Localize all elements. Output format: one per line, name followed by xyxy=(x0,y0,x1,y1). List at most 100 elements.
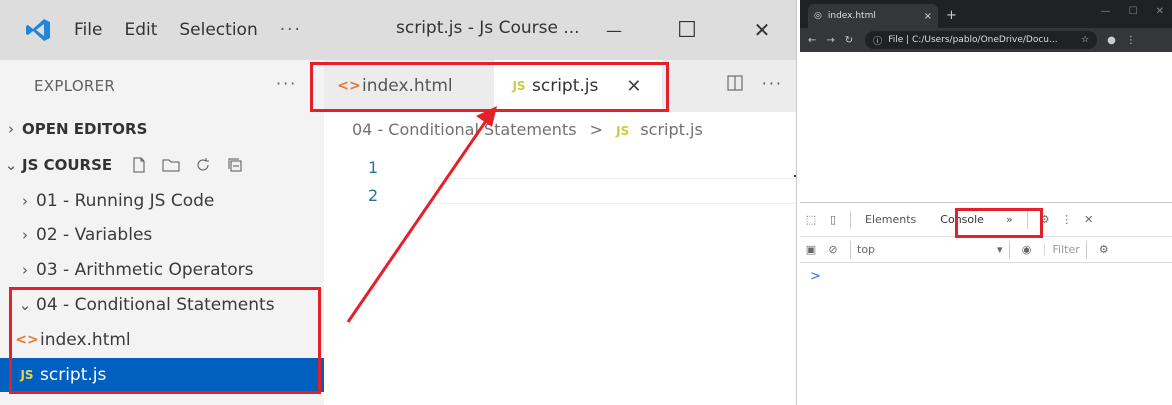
new-tab-button[interactable]: + xyxy=(946,8,957,23)
vscode-window: File Edit Selection ··· script.js - Js C… xyxy=(0,0,797,405)
folder-label: 04 - Conditional Statements xyxy=(36,295,275,315)
scrollbar-marker xyxy=(794,175,796,177)
open-editors-section[interactable]: › OPEN EDITORS xyxy=(0,112,324,146)
reload-icon[interactable]: ↻ xyxy=(845,35,853,46)
divider xyxy=(850,240,851,259)
explorer-heading: EXPLORER xyxy=(34,77,116,95)
folder-row-open[interactable]: ⌄ 04 - Conditional Statements xyxy=(0,288,324,322)
tab-script-js[interactable]: JS script.js ✕ xyxy=(494,60,662,112)
eye-icon[interactable]: ◉ xyxy=(1016,243,1038,256)
divider xyxy=(1008,240,1010,259)
close-button[interactable]: ✕ xyxy=(1156,6,1164,17)
chevron-right-icon: › xyxy=(22,226,28,244)
close-tab-icon[interactable]: × xyxy=(924,11,932,22)
html-file-icon: <> xyxy=(337,78,361,94)
breadcrumb-separator: > xyxy=(589,120,604,139)
collapse-all-icon[interactable] xyxy=(226,156,244,174)
gear-icon[interactable]: ⚙ xyxy=(1034,213,1056,226)
breadcrumb-folder[interactable]: 04 - Conditional Statements xyxy=(352,120,577,139)
chevron-right-icon: › xyxy=(22,261,28,279)
menu-edit[interactable]: Edit xyxy=(124,20,157,40)
split-editor-icon[interactable] xyxy=(726,74,744,96)
chevron-down-icon[interactable]: ▾ xyxy=(997,243,1003,256)
sidebar-toggle-icon[interactable]: ▣ xyxy=(800,243,822,256)
close-devtools-icon[interactable]: ✕ xyxy=(1078,213,1100,226)
menu-file[interactable]: File xyxy=(74,20,102,40)
maximize-button[interactable]: ☐ xyxy=(1129,6,1138,17)
menu-icon[interactable]: ⋮ xyxy=(1126,35,1136,46)
folder-row[interactable]: › 01 - Running JS Code xyxy=(0,184,324,218)
editor-more-button[interactable]: ··· xyxy=(762,74,783,96)
tab-label: index.html xyxy=(362,76,453,96)
devtools-panel: ⬚ ▯ Elements Console » ⚙ ⋮ ✕ ▣ ⊘ top ▾ ◉… xyxy=(800,202,1172,405)
divider xyxy=(1026,210,1028,229)
chrome-tab-bar: ◎ index.html × + — ☐ ✕ xyxy=(800,0,1172,28)
maximize-button[interactable]: ☐ xyxy=(669,12,705,48)
gear-icon[interactable]: ⚙ xyxy=(1093,243,1115,256)
device-toggle-icon[interactable]: ▯ xyxy=(822,213,844,226)
forward-icon[interactable]: → xyxy=(826,35,834,46)
clear-console-icon[interactable]: ⊘ xyxy=(822,243,844,256)
tab-elements[interactable]: Elements xyxy=(857,213,924,226)
js-file-icon: JS xyxy=(20,368,34,382)
divider xyxy=(850,210,851,229)
html-file-icon: <> xyxy=(15,332,39,348)
star-icon[interactable]: ☆ xyxy=(1081,35,1089,45)
file-label: script.js xyxy=(40,365,107,385)
chevron-down-icon: ⌄ xyxy=(4,156,18,174)
more-tabs-button[interactable]: » xyxy=(998,213,1021,226)
line-numbers: 1 2 xyxy=(368,154,378,210)
close-tab-icon[interactable]: ✕ xyxy=(626,76,641,97)
editor-area: <> index.html JS script.js ✕ ··· 04 - Co… xyxy=(324,60,796,405)
explorer-sidebar: EXPLORER ··· › OPEN EDITORS ⌄ JS COURSE xyxy=(0,60,324,405)
inspect-element-icon[interactable]: ⬚ xyxy=(800,213,822,226)
folder-row[interactable]: › 03 - Arithmetic Operators xyxy=(0,253,324,287)
console-prompt[interactable]: > xyxy=(810,269,821,284)
window-title: script.js - Js Course ... xyxy=(396,18,580,38)
breadcrumb-file[interactable]: script.js xyxy=(640,120,702,139)
title-bar: File Edit Selection ··· script.js - Js C… xyxy=(0,0,796,60)
line-number: 2 xyxy=(368,186,379,205)
file-row-index-html[interactable]: <> index.html xyxy=(0,323,324,357)
profile-icon[interactable]: ● xyxy=(1107,35,1116,46)
back-icon[interactable]: ← xyxy=(808,35,816,46)
new-file-icon[interactable] xyxy=(130,156,148,174)
breadcrumb: 04 - Conditional Statements > JS script.… xyxy=(352,120,703,139)
context-select[interactable]: top xyxy=(857,243,997,256)
project-section[interactable]: ⌄ JS COURSE xyxy=(0,148,324,182)
tab-label: script.js xyxy=(532,76,599,96)
project-label: JS COURSE xyxy=(22,156,113,174)
folder-label: 02 - Variables xyxy=(36,225,153,245)
divider xyxy=(1085,240,1087,259)
page-globe-icon: ◎ xyxy=(814,11,822,21)
file-row-script-js[interactable]: JS script.js xyxy=(0,358,324,392)
tab-index-html[interactable]: <> index.html xyxy=(324,60,494,112)
js-file-icon: JS xyxy=(616,124,630,138)
vscode-logo-icon xyxy=(18,10,58,50)
current-line-highlight[interactable] xyxy=(434,178,796,204)
menu-more[interactable]: ··· xyxy=(280,20,302,40)
new-folder-icon[interactable] xyxy=(162,156,180,174)
refresh-icon[interactable] xyxy=(194,156,212,174)
kebab-menu-icon[interactable]: ⋮ xyxy=(1056,213,1078,226)
menu-selection[interactable]: Selection xyxy=(179,20,257,40)
chevron-right-icon: › xyxy=(22,192,28,210)
filter-input[interactable]: Filter xyxy=(1043,243,1080,256)
chrome-tab-title: index.html xyxy=(827,11,876,21)
open-editors-label: OPEN EDITORS xyxy=(22,120,148,138)
close-button[interactable]: ✕ xyxy=(744,12,780,48)
folder-label: 01 - Running JS Code xyxy=(36,191,215,211)
folder-row[interactable]: › 02 - Variables xyxy=(0,218,324,252)
chrome-toolbar: ← → ↻ ⓘ File | C:/Users/pablo/OneDrive/D… xyxy=(800,28,1172,52)
tab-console[interactable]: Console xyxy=(932,213,992,226)
chevron-down-icon: ⌄ xyxy=(18,296,32,314)
address-text: File | C:/Users/pablo/OneDrive/Docu... xyxy=(888,35,1058,45)
folder-label: 03 - Arithmetic Operators xyxy=(36,260,254,280)
address-bar[interactable]: ⓘ File | C:/Users/pablo/OneDrive/Docu...… xyxy=(865,31,1098,49)
minimize-button[interactable]: — xyxy=(596,12,632,48)
chevron-right-icon: › xyxy=(8,120,14,138)
minimize-button[interactable]: — xyxy=(1101,6,1111,17)
line-number: 1 xyxy=(368,158,379,177)
chrome-tab[interactable]: ◎ index.html × xyxy=(808,4,938,28)
explorer-more-button[interactable]: ··· xyxy=(276,74,297,93)
